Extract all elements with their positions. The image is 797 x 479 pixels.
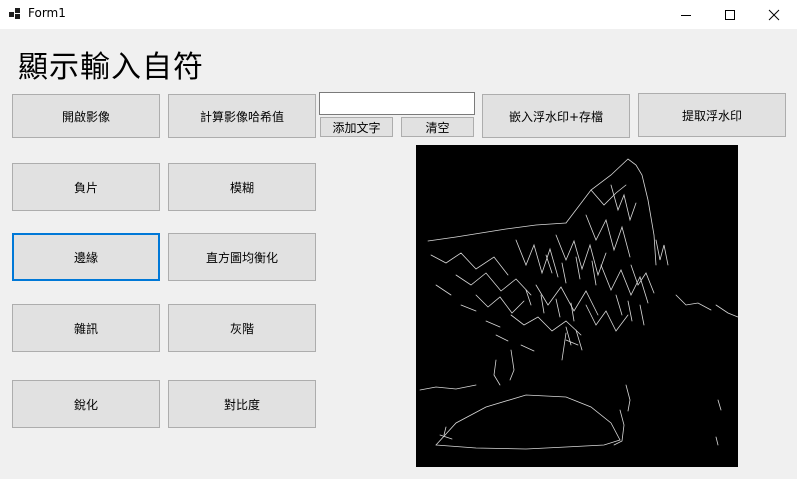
histogram-equalization-button[interactable]: 直方圖均衡化 — [168, 233, 316, 281]
maximize-button[interactable] — [707, 0, 753, 29]
edge-image — [419, 158, 739, 450]
image-picturebox — [416, 145, 739, 467]
embed-watermark-save-button[interactable]: 嵌入浮水印+存檔 — [482, 94, 630, 138]
open-image-button[interactable]: 開啟影像 — [12, 94, 160, 138]
close-button[interactable] — [751, 0, 797, 29]
minimize-icon — [681, 14, 691, 16]
window-title: Form1 — [28, 6, 66, 20]
contrast-button[interactable]: 對比度 — [168, 380, 316, 428]
close-icon — [768, 9, 780, 20]
compute-hash-button[interactable]: 計算影像哈希值 — [168, 94, 316, 138]
sharpen-button[interactable]: 銳化 — [12, 380, 160, 428]
negative-button[interactable]: 負片 — [12, 163, 160, 211]
maximize-icon — [725, 9, 735, 20]
minimize-button[interactable] — [663, 0, 709, 29]
add-text-button[interactable]: 添加文字 — [320, 117, 393, 137]
display-input-label: 顯示輸入自符 — [18, 50, 204, 85]
edge-button[interactable]: 邊緣 — [12, 233, 160, 281]
grayscale-button[interactable]: 灰階 — [168, 304, 316, 352]
clear-button[interactable]: 清空 — [401, 117, 474, 137]
noise-button[interactable]: 雜訊 — [12, 304, 160, 352]
app-icon — [9, 8, 21, 20]
extract-watermark-button[interactable]: 提取浮水印 — [638, 93, 786, 137]
window-titlebar[interactable]: Form1 — [0, 0, 797, 29]
watermark-text-input[interactable] — [319, 92, 475, 115]
blur-button[interactable]: 模糊 — [168, 163, 316, 211]
